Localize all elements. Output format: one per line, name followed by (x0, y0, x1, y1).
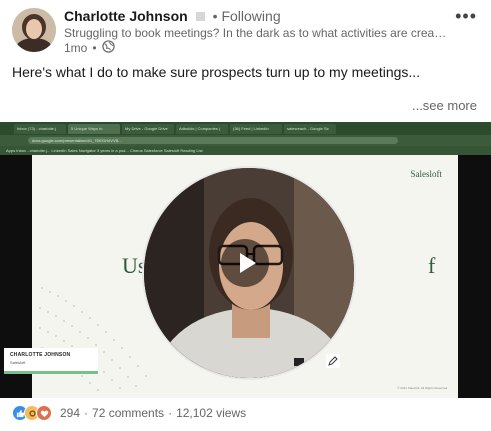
social-counts: 294 · 72 comments · 12,102 views (12, 405, 246, 421)
slide-title-fragment: f (428, 253, 436, 278)
browser-bookmarks: Apps Inbox - charlotte.j... LinkedIn Sal… (0, 146, 491, 155)
avatar[interactable] (12, 8, 56, 52)
reaction-count[interactable]: 294 (60, 406, 80, 420)
views-count: 12,102 views (176, 406, 247, 420)
video-margin-right (458, 155, 491, 398)
browser-tab: 5 Unique Ways to (68, 123, 120, 134)
browser-url-bar: docs.google.com/presentation/d/1_7DEGH4V… (0, 135, 491, 146)
comments-count[interactable]: 72 comments (92, 406, 164, 420)
post-header: Charlotte Johnson • Following ••• Strugg… (0, 0, 491, 60)
follow-status[interactable]: • Following (213, 8, 281, 24)
browser-tab: (36) Feed | LinkedIn (230, 123, 282, 134)
post-time: 1mo (64, 41, 88, 55)
count-separator: · (84, 406, 89, 420)
play-icon (240, 253, 256, 273)
slide-copyright: © 2021 Salesloft. All Rights Reserved. (397, 386, 448, 390)
reactions-summary[interactable] (12, 405, 52, 421)
see-more-link[interactable]: ...see more (412, 98, 477, 113)
more-horizontal-icon[interactable]: ••• (455, 6, 477, 27)
badge-icon (195, 11, 205, 21)
video-player[interactable]: Inbox (73) - charlotte.j 5 Unique Ways t… (0, 122, 491, 398)
author-headline: Struggling to book meetings? In the dark… (64, 26, 448, 40)
love-icon (36, 405, 52, 421)
url-text: docs.google.com/presentation/d/1_7DEGH4V… (28, 137, 398, 144)
pencil-icon[interactable] (326, 354, 340, 368)
browser-tab: salesreach - Google Se (284, 123, 336, 134)
speaker-company: Salesloft (10, 360, 26, 365)
browser-tab-strip: Inbox (73) - charlotte.j 5 Unique Ways t… (0, 122, 491, 135)
browser-tab: Adbuilds | Companies | (176, 123, 228, 134)
speaker-name-tag: CHARLOTTE JOHNSON Salesloft (4, 348, 98, 374)
post-body: Here's what I do to make sure prospects … (12, 64, 421, 80)
browser-tab: My Drive - Google Drive (122, 123, 174, 134)
count-separator: · (168, 406, 173, 420)
browser-tab: Inbox (73) - charlotte.j (14, 123, 66, 134)
meta-separator: • (92, 41, 97, 55)
globe-icon (101, 40, 115, 56)
play-button[interactable] (221, 239, 269, 287)
speaker-name: CHARLOTTE JOHNSON (10, 352, 71, 358)
author-name[interactable]: Charlotte Johnson (64, 8, 188, 24)
salesloft-logo: Salesloft (410, 169, 443, 179)
